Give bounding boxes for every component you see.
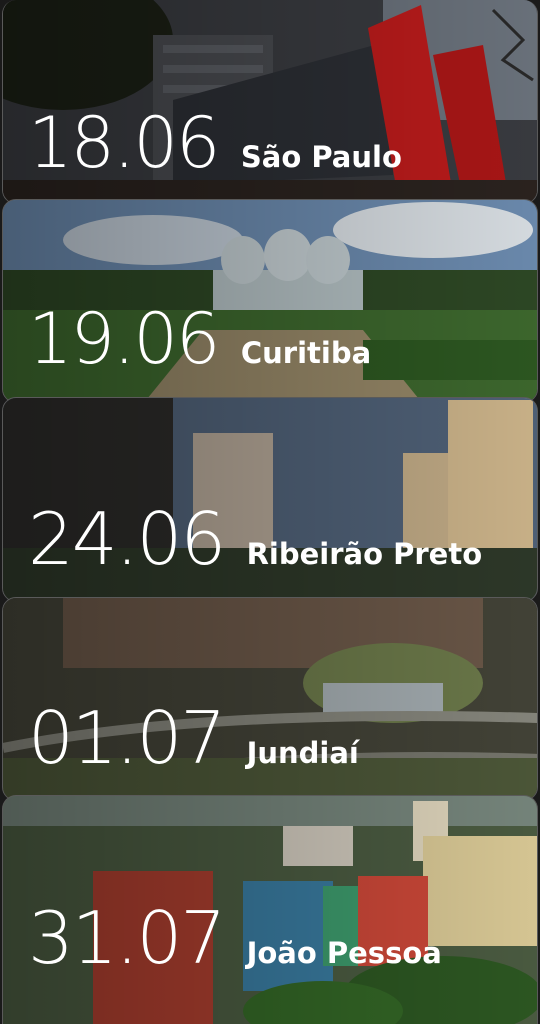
event-city: Ribeirão Preto bbox=[246, 537, 483, 571]
event-city: Jundiaí bbox=[246, 736, 359, 770]
event-date: 31.07 bbox=[28, 896, 226, 980]
event-city: São Paulo bbox=[240, 140, 402, 174]
event-city: Curitiba bbox=[240, 336, 372, 370]
event-row: 19.06 Curitiba bbox=[28, 304, 371, 374]
event-date: 18.06 bbox=[28, 102, 220, 184]
event-row: 01.07 Jundiaí bbox=[28, 702, 359, 774]
event-date: 24.06 bbox=[28, 497, 226, 581]
event-row: 24.06 Ribeirão Preto bbox=[28, 503, 482, 575]
event-city: João Pessoa bbox=[246, 936, 442, 970]
event-row: 18.06 São Paulo bbox=[28, 108, 402, 178]
event-date: 19.06 bbox=[28, 298, 220, 380]
tour-dates-list: 18.06 São Paulo 19.06 Curitiba 24.06 Rib… bbox=[0, 0, 540, 1024]
event-date: 01.07 bbox=[28, 696, 226, 780]
event-row: 31.07 João Pessoa bbox=[28, 902, 442, 974]
